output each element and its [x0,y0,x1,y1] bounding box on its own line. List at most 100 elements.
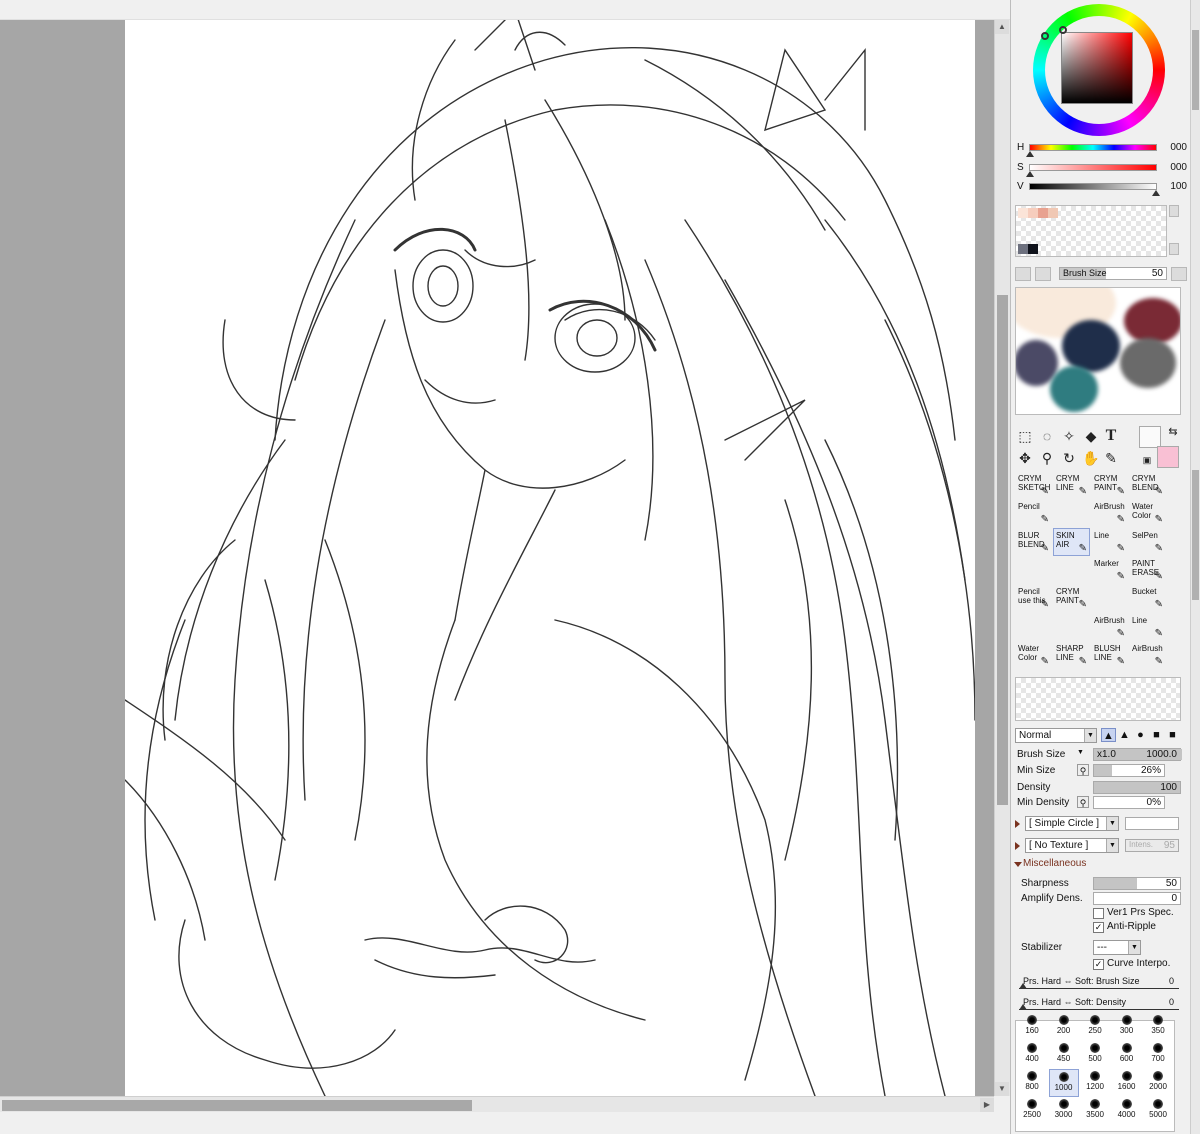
value-slider[interactable]: V 100 [1015,179,1187,197]
sharpness-input[interactable]: 50 [1093,877,1181,890]
size-preset[interactable]: 4000 [1112,1097,1142,1125]
horizontal-scroll-thumb[interactable] [2,1100,472,1111]
brush-slot[interactable]: Water Color ✎ [1015,641,1052,669]
size-preset[interactable]: 1200 [1080,1069,1110,1097]
panel-scroll-thumb-top[interactable] [1192,30,1199,110]
brush-slot[interactable]: AirBrush ✎ [1091,613,1128,641]
min-size-input[interactable]: 26% [1093,764,1165,777]
vertical-scroll-thumb[interactable] [997,295,1008,805]
scratchpad[interactable] [1015,287,1181,415]
drawing-canvas[interactable] [125,20,975,1096]
hue-handle[interactable] [1026,151,1034,157]
brush-slot[interactable]: Bucket ✎ [1129,584,1166,612]
swatch[interactable] [1018,244,1028,254]
expand-texture-icon[interactable] [1015,842,1020,850]
brush-slot[interactable]: CRYM PAINT ✎ [1053,584,1090,612]
swatch-grid[interactable] [1015,205,1167,257]
tip-cone-icon[interactable]: ▲ [1117,728,1132,742]
eraser-toggle-icon[interactable] [1171,267,1187,281]
hue-marker[interactable] [1041,32,1049,40]
brush-slot[interactable]: BLUR BLEND ✎ [1015,528,1052,556]
blend-mode-select[interactable]: Normal ▼ [1015,728,1097,743]
swatch[interactable] [1018,208,1028,218]
size-preset[interactable]: 800 [1017,1069,1047,1097]
saturation-slider[interactable]: S 000 [1015,160,1187,178]
size-preset[interactable]: 450 [1049,1041,1079,1069]
curve-checkbox[interactable]: ✓ [1093,959,1104,970]
foreground-color[interactable] [1139,426,1161,448]
sv-marker[interactable] [1059,26,1067,34]
swatch[interactable] [1048,208,1058,218]
size-preset[interactable]: 250 [1080,1013,1110,1041]
prs-density-slider[interactable] [1019,1009,1179,1010]
brush-slot[interactable]: Water Color ✎ [1129,499,1166,527]
brush-slot[interactable]: CRYM LINE ✎ [1053,471,1090,499]
tip-flat-icon[interactable]: ■ [1149,728,1164,742]
magic-wand-icon[interactable]: ✧ [1059,426,1079,446]
shape-intensity-field[interactable] [1125,817,1179,830]
brush-slot[interactable] [1091,584,1128,612]
size-decrease-button[interactable] [1015,267,1031,281]
brush-slot[interactable]: CRYM PAINT ✎ [1091,471,1128,499]
scroll-right-arrow-icon[interactable]: ▶ [980,1098,994,1112]
background-color[interactable] [1157,446,1179,468]
size-preset[interactable]: 2500 [1017,1097,1047,1125]
prs-size-handle[interactable] [1019,983,1027,989]
brush-slot[interactable]: CRYM BLEND ✎ [1129,471,1166,499]
size-preset[interactable]: 3500 [1080,1097,1110,1125]
swatch-scroll-down-icon[interactable] [1169,243,1179,255]
hue-slider[interactable]: H 000 [1015,140,1187,158]
size-preset[interactable]: 1600 [1112,1069,1142,1097]
size-multiplier-dropdown-icon[interactable]: ▼ [1077,749,1084,756]
brush-slot[interactable]: AirBrush ✎ [1091,499,1128,527]
brush-slot[interactable] [1015,556,1052,584]
brush-size-input[interactable]: x1.0 1000.0 [1093,748,1182,761]
saturation-handle[interactable] [1026,171,1034,177]
canvas-vertical-scrollbar[interactable]: ▲ ▼ [994,20,1010,1096]
expand-shape-icon[interactable] [1015,820,1020,828]
texture-select[interactable]: [ No Texture ] ▼ [1025,838,1119,853]
saturation-value-square[interactable] [1061,32,1133,104]
brush-slot[interactable]: CRYM SKETCH ✎ [1015,471,1052,499]
swatch[interactable] [1028,208,1038,218]
brush-slot[interactable]: SKIN AIR ✎ [1053,527,1090,556]
zoom-icon[interactable]: ⚲ [1037,448,1057,468]
rotate-icon[interactable]: ↻ [1059,448,1079,468]
scroll-up-arrow-icon[interactable]: ▲ [995,20,1009,34]
swatch[interactable] [1038,208,1048,218]
lasso-icon[interactable]: ◌ [1037,426,1057,446]
swap-colors-icon[interactable]: ⇆ [1163,422,1183,442]
size-preset[interactable]: 600 [1112,1041,1142,1069]
size-preset[interactable]: 700 [1143,1041,1173,1069]
min-density-input[interactable]: 0% [1093,796,1165,809]
texture-intensity-field[interactable]: Intens. 95 [1125,839,1179,852]
prs-density-handle[interactable] [1019,1004,1027,1010]
move-icon[interactable]: ✥ [1015,448,1035,468]
size-preset[interactable]: 200 [1049,1013,1079,1041]
brush-slot[interactable]: Marker ✎ [1091,556,1128,584]
brush-slot[interactable]: Pencil use this ✎ [1015,584,1052,612]
tip-dome-icon[interactable]: ● [1133,728,1148,742]
brush-slot[interactable]: BLUSH LINE ✎ [1091,641,1128,669]
text-tool-icon[interactable]: T [1101,426,1121,446]
size-preset[interactable]: 1000 [1048,1069,1079,1097]
misc-header[interactable]: Miscellaneous [1023,858,1086,869]
size-preset[interactable]: 5000 [1143,1097,1173,1125]
brush-slot[interactable]: Pencil ✎ [1015,499,1052,527]
size-preset[interactable]: 3000 [1049,1097,1079,1125]
brush-slot[interactable]: SHARP LINE ✎ [1053,641,1090,669]
prs-size-slider[interactable] [1019,988,1179,989]
brush-slot[interactable] [1053,556,1090,584]
size-preset[interactable]: 2000 [1143,1069,1173,1097]
transparent-color-icon[interactable]: ▣ [1137,450,1157,470]
size-preset[interactable]: 160 [1017,1013,1047,1041]
brush-shape-select[interactable]: [ Simple Circle ] ▼ [1025,816,1119,831]
brush-slot[interactable]: Line ✎ [1129,613,1166,641]
brush-slot[interactable]: Line ✎ [1091,528,1128,556]
antiripple-checkbox[interactable]: ✓ [1093,922,1104,933]
brush-size-field[interactable]: Brush Size 50 [1059,267,1167,280]
size-preset[interactable]: 300 [1112,1013,1142,1041]
amplify-input[interactable]: 0 [1093,892,1181,905]
size-preset[interactable]: 350 [1143,1013,1173,1041]
tip-square-icon[interactable]: ■ [1165,728,1180,742]
